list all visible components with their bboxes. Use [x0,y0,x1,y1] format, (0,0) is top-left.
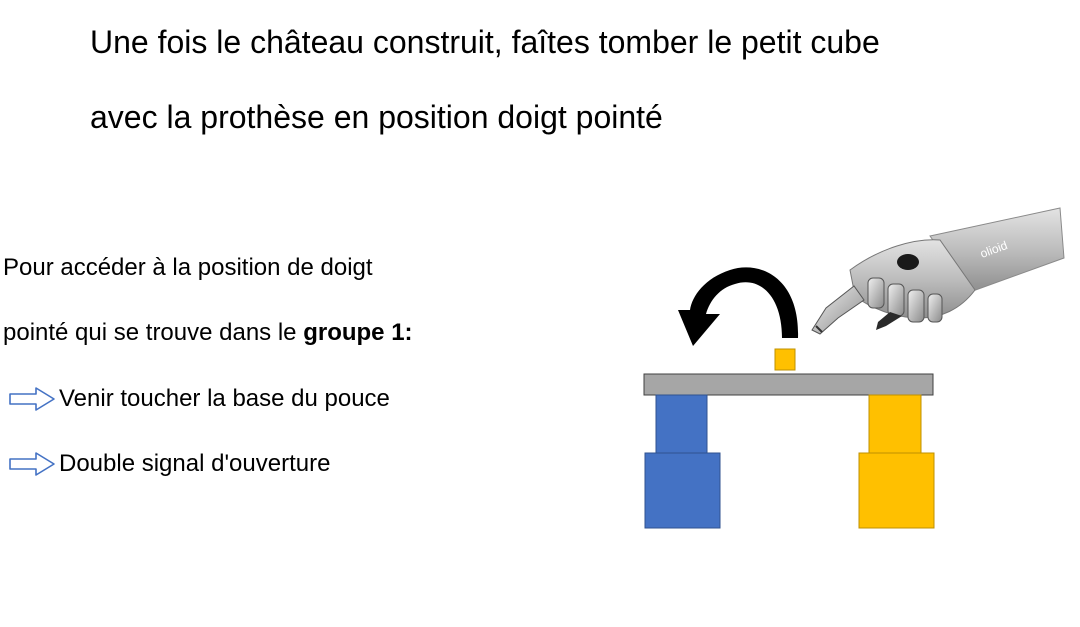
yellow-block-bottom [858,452,935,529]
prosthetic-hand-image: olioid [811,207,1065,335]
blue-block-bottom [644,452,721,529]
step-1-label: Venir toucher la base du pouce [59,385,390,412]
castle-illustration: olioid [643,207,1065,529]
arrow-right-icon [9,452,55,476]
instruction-line-1: Pour accéder à la position de doigt [3,254,373,281]
curved-arrow-icon [678,267,799,346]
arrow-right-icon [9,387,55,411]
step-2: Double signal d'ouverture [8,449,330,479]
step-2-label: Double signal d'ouverture [59,450,331,477]
small-cube [774,348,796,371]
instruction-line-2: pointé qui se trouve dans le groupe 1: [3,318,413,348]
yellow-block-top [868,394,922,454]
title-line-1: Une fois le château construit, faîtes to… [90,24,880,60]
group-label: groupe 1: [303,319,413,346]
blue-block-top [655,394,708,454]
step-1: Venir toucher la base du pouce [8,384,390,414]
title-line-2: avec la prothèse en position doigt point… [90,99,663,135]
plank [643,373,934,396]
instruction-line-2-text: pointé qui se trouve dans le [3,319,304,346]
